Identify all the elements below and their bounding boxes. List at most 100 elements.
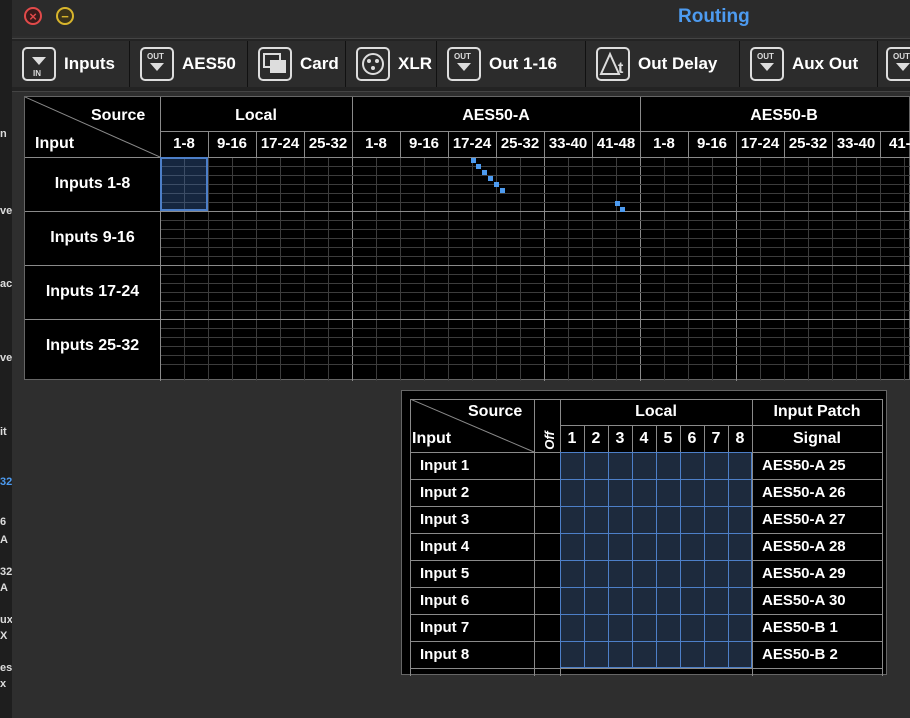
matrix-cell-line [608,560,609,587]
matrix-cell-line [728,452,729,479]
column-divider [784,131,785,157]
tab-card[interactable]: Card [248,41,346,87]
delay-icon: t [596,47,630,81]
subrow-line [160,193,910,194]
row-label: Inputs 9-16 [50,229,135,246]
matrix-cell-line [728,614,729,641]
tab-xlr[interactable]: XLR [346,41,437,87]
row-input-label: Input 6 [420,592,470,609]
row-signal-value: AES50-A 29 [762,565,846,582]
matrix-cell-line [680,479,681,506]
routing-point [615,201,620,206]
corner-source-label: Source [468,403,523,420]
row-label: Inputs 25-32 [45,337,140,354]
source-group-aes50-b: AES50-B [750,107,818,124]
matrix-cell-line [632,560,633,587]
subcolumn-line [904,157,905,381]
column-divider [448,131,449,157]
subcolumn-line [472,157,473,381]
tab-out-delay[interactable]: t Out Delay [586,41,740,87]
subcolumn-line [856,157,857,381]
row-divider [410,668,882,669]
row-label: Inputs 1-8 [54,175,131,192]
matrix-cell-line [608,452,609,479]
routing-point [500,188,505,193]
column-header: 9-16 [696,135,728,152]
sidebar-fragment: ac [0,278,12,290]
channel-column-header: 8 [735,430,745,447]
column-header: 25-32 [788,135,828,152]
matrix-cell-line [632,533,633,560]
tab-aes50[interactable]: OUT AES50 [130,41,248,87]
row-divider [25,265,910,266]
matrix-cell-line [584,506,585,533]
tab-overflow[interactable]: OUT [878,41,910,87]
sidebar-fragment: A [0,582,8,594]
row-divider [25,157,910,158]
column-divider [704,425,705,452]
matrix-cell-line [608,506,609,533]
row-signal-value: AES50-A 28 [762,538,846,555]
window-title: Routing [678,6,750,27]
tab-out-1-16[interactable]: OUT Out 1-16 [437,41,586,87]
matrix-cell-line [656,587,657,614]
column-divider [608,425,609,452]
subcolumn-line [424,157,425,381]
column-line [448,157,449,381]
minimize-window-button[interactable]: − [56,7,74,25]
tab-aux-out[interactable]: OUT Aux Out [740,41,878,87]
channel-column-header: 3 [615,430,625,447]
out-icon: OUT [750,47,784,81]
subcolumn-line [664,157,665,381]
svg-text:t: t [618,60,624,77]
matrix-row-line [560,587,752,588]
matrix-cell-line [656,479,657,506]
column-divider [592,131,593,157]
column-header: 33-40 [836,135,876,152]
subcolumn-line [616,157,617,381]
main-routing-matrix: Source Input Local AES50-A AES50-B 1-8 9-16 17-… [24,96,910,381]
corner-source-label: Source [91,107,146,124]
subrow-line [160,238,910,239]
off-column-label[interactable]: Off [542,431,557,450]
subcolumn-line [760,157,761,381]
matrix-cell-line [632,587,633,614]
tab-label: Inputs [64,54,115,73]
column-line [208,157,209,381]
subcolumn-line [808,157,809,381]
column-divider [736,131,737,157]
subrow-line [160,247,910,248]
corner-input-label: Input [35,135,75,152]
matrix-cell-line [704,479,705,506]
subrow-line [160,310,910,311]
local-group-header: Local [635,403,677,420]
routing-point [471,158,476,163]
matrix-cell-line [584,560,585,587]
patch-divider [752,399,753,676]
sidebar-fragment: es [0,662,12,674]
row-label: Inputs 17-24 [45,283,140,300]
subrow-line [160,202,910,203]
matrix-cell-line [728,506,729,533]
column-header: 33-40 [548,135,588,152]
matrix-cell-line [656,506,657,533]
subrow-line [160,328,910,329]
column-divider [160,131,161,157]
routing-point [482,170,487,175]
matrix-cell-line [704,560,705,587]
title-bar: × − Routing [12,0,910,36]
column-line [592,157,593,381]
row-input-label: Input 7 [420,619,470,636]
close-window-button[interactable]: × [24,7,42,25]
matrix-cell-line [728,560,729,587]
selected-block[interactable] [160,157,208,211]
tab-inputs[interactable]: IN Inputs [12,41,130,87]
subcolumn-line [376,157,377,381]
column-divider [496,131,497,157]
sidebar-fragment: A [0,534,8,546]
column-divider [880,131,881,157]
row-signal-value: AES50-B 2 [762,646,838,663]
subcolumn-line [280,157,281,381]
column-line [352,157,353,381]
row-input-label: Input 8 [420,646,470,663]
